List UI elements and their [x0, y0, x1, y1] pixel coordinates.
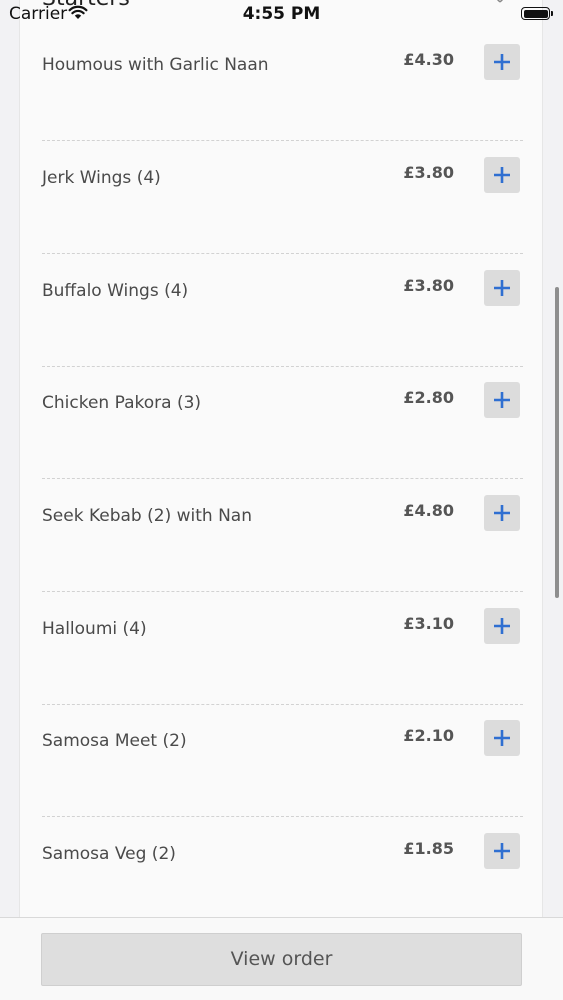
- item-name: Jerk Wings (4): [42, 168, 161, 188]
- plus-icon: [494, 843, 510, 859]
- item-price: £3.10: [403, 614, 454, 633]
- add-item-button[interactable]: [484, 270, 520, 306]
- item-price: £2.10: [403, 726, 454, 745]
- add-item-button[interactable]: [484, 608, 520, 644]
- plus-icon: [494, 167, 510, 183]
- add-item-button[interactable]: [484, 720, 520, 756]
- add-item-button[interactable]: [484, 495, 520, 531]
- status-bar: Carrier 4:55 PM: [0, 0, 563, 30]
- scroll-indicator[interactable]: [555, 287, 559, 598]
- item-price: £1.85: [403, 839, 454, 858]
- menu-item: Samosa Meet (2) £2.10: [42, 704, 523, 817]
- item-price: £4.80: [403, 501, 454, 520]
- menu-item: Houmous with Garlic Naan £4.30: [42, 28, 523, 141]
- menu-list[interactable]: Houmous with Garlic Naan £4.30 Jerk Wing…: [19, 0, 543, 918]
- plus-icon: [494, 618, 510, 634]
- add-item-button[interactable]: [484, 382, 520, 418]
- plus-icon: [494, 280, 510, 296]
- clock-time: 4:55 PM: [242, 4, 321, 24]
- plus-icon: [494, 730, 510, 746]
- battery-icon: [521, 7, 550, 20]
- bottom-bar: View order: [0, 917, 563, 1000]
- item-name: Houmous with Garlic Naan: [42, 55, 269, 75]
- view-order-button[interactable]: View order: [41, 933, 522, 986]
- menu-item: Jerk Wings (4) £3.80: [42, 141, 523, 254]
- item-price: £3.80: [403, 163, 454, 182]
- item-price: £3.80: [403, 276, 454, 295]
- add-item-button[interactable]: [484, 157, 520, 193]
- item-price: £4.30: [403, 50, 454, 69]
- plus-icon: [494, 392, 510, 408]
- menu-item: Chicken Pakora (3) £2.80: [42, 366, 523, 479]
- item-name: Chicken Pakora (3): [42, 393, 202, 413]
- item-name: Buffalo Wings (4): [42, 281, 189, 301]
- battery-tip: [551, 11, 553, 16]
- item-price: £2.80: [403, 388, 454, 407]
- menu-item: Seek Kebab (2) with Nan £4.80: [42, 479, 523, 592]
- menu-item: Samosa Veg (2) £1.85: [42, 817, 523, 918]
- menu-item: Halloumi (4) £3.10: [42, 592, 523, 705]
- add-item-button[interactable]: [484, 833, 520, 869]
- item-name: Seek Kebab (2) with Nan: [42, 506, 252, 526]
- plus-icon: [494, 54, 510, 70]
- item-name: Samosa Veg (2): [42, 844, 176, 864]
- item-name: Halloumi (4): [42, 619, 147, 639]
- item-name: Samosa Meet (2): [42, 731, 187, 751]
- plus-icon: [494, 505, 510, 521]
- add-item-button[interactable]: [484, 44, 520, 80]
- menu-item: Buffalo Wings (4) £3.80: [42, 254, 523, 367]
